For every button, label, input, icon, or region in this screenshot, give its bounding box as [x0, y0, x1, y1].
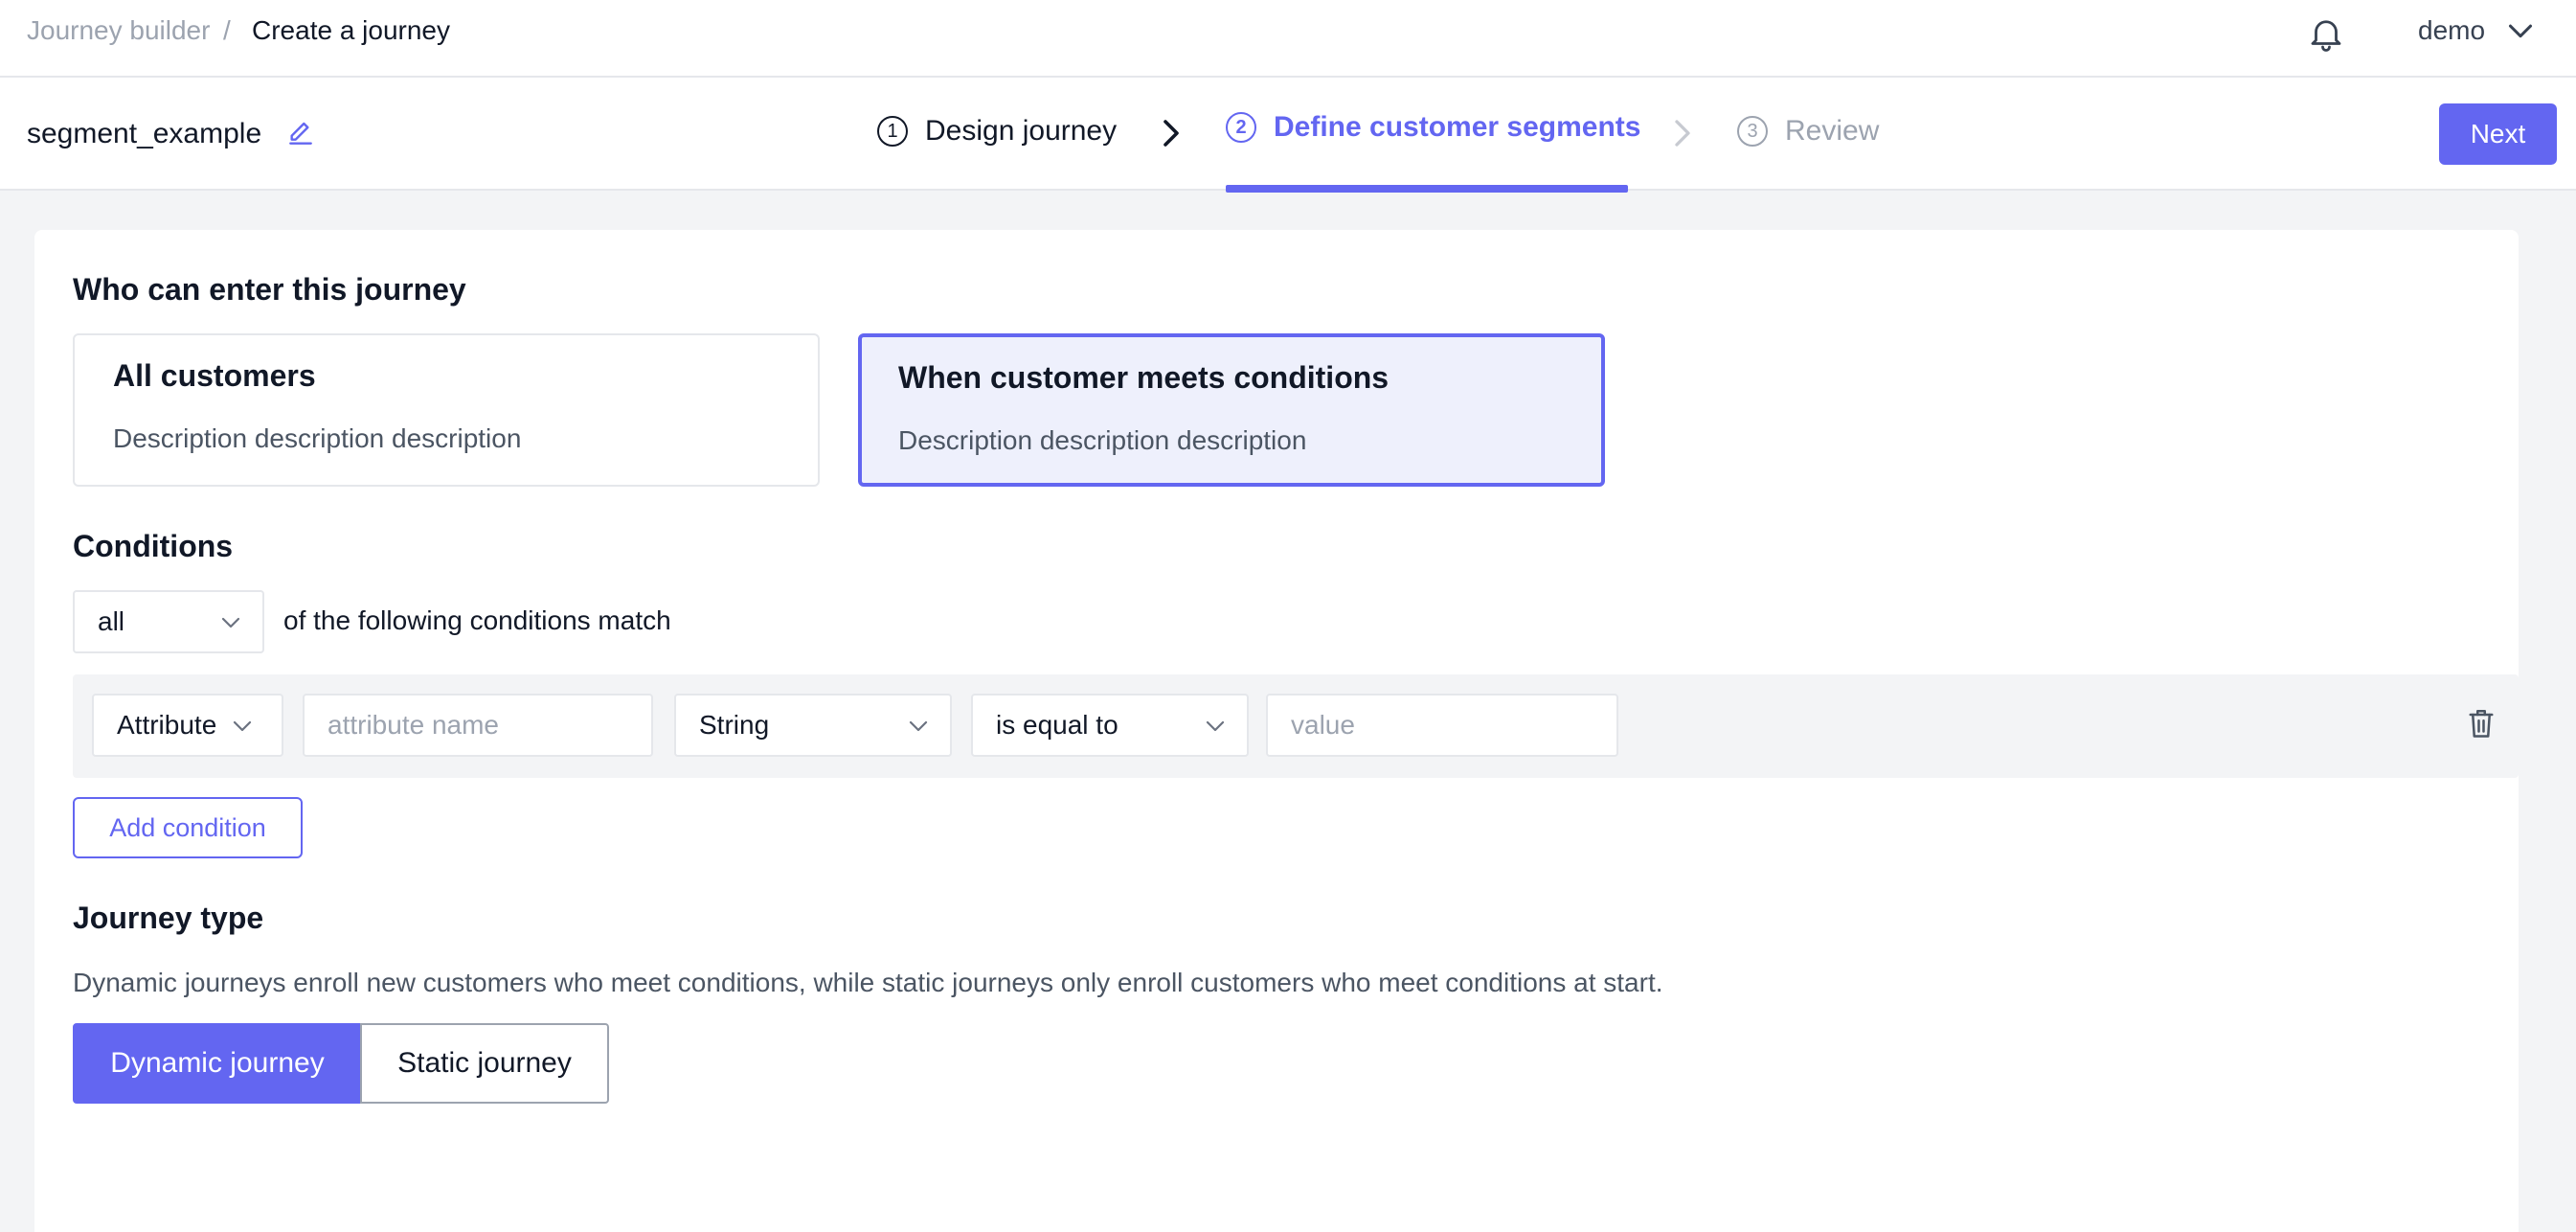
attribute-name-input[interactable]: attribute name	[303, 694, 653, 757]
option-all-customers[interactable]: All customers Description description de…	[73, 333, 820, 487]
match-mode-value: all	[98, 606, 125, 636]
user-menu-name[interactable]: demo	[2418, 15, 2485, 46]
chevron-down-icon	[233, 720, 252, 732]
step-design-journey[interactable]: 1 Design journey	[877, 112, 1117, 150]
entry-heading: Who can enter this journey	[73, 272, 466, 307]
condition-value-input[interactable]: value	[1266, 694, 1618, 757]
breadcrumb-current: Create a journey	[252, 15, 451, 45]
option-title: All customers	[113, 358, 316, 393]
condition-operator-select[interactable]: is equal to	[971, 694, 1249, 757]
dynamic-journey-button[interactable]: Dynamic journey	[73, 1023, 362, 1104]
active-step-indicator	[1226, 185, 1628, 193]
step-bar: segment_example 1 Design journey 2 Defin…	[0, 78, 2576, 193]
top-bar: Journey builder / Create a journey demo	[0, 0, 2576, 78]
option-title: When customer meets conditions	[898, 360, 1390, 395]
add-condition-button[interactable]: Add condition	[73, 797, 303, 858]
step-label: Review	[1785, 115, 1880, 147]
condition-operator-value: is equal to	[996, 710, 1119, 740]
journey-type-description: Dynamic journeys enroll new customers wh…	[73, 968, 1663, 997]
step-number: 1	[877, 116, 908, 147]
condition-source-value: Attribute	[117, 710, 217, 740]
static-journey-button[interactable]: Static journey	[360, 1023, 609, 1104]
chevron-down-icon[interactable]	[2507, 21, 2534, 42]
condition-source-select[interactable]: Attribute	[92, 694, 283, 757]
conditions-heading: Conditions	[73, 529, 234, 563]
breadcrumb-separator: /	[223, 15, 231, 45]
chevron-right-icon	[1164, 120, 1179, 147]
next-button[interactable]: Next	[2439, 103, 2557, 165]
chevron-right-icon	[1675, 120, 1690, 147]
journey-type-heading: Journey type	[73, 901, 264, 935]
edit-icon[interactable]	[285, 118, 316, 148]
chevron-down-icon	[221, 617, 240, 628]
option-description: Description description description	[898, 425, 1307, 455]
condition-type-select[interactable]: String	[674, 694, 952, 757]
chevron-down-icon	[1206, 720, 1225, 732]
breadcrumb-journey-builder[interactable]: Journey builder	[27, 15, 210, 46]
bell-icon[interactable]	[2306, 11, 2346, 56]
match-mode-select[interactable]: all	[73, 590, 264, 653]
journey-name: segment_example	[27, 118, 262, 149]
match-text: of the following conditions match	[283, 605, 671, 635]
condition-type-value: String	[699, 710, 770, 740]
step-label: Define customer segments	[1274, 111, 1641, 143]
option-description: Description description description	[113, 423, 522, 453]
step-number: 3	[1737, 116, 1768, 147]
option-customer-meets-conditions[interactable]: When customer meets conditions Descripti…	[858, 333, 1605, 487]
step-define-customer-segments[interactable]: 2 Define customer segments	[1226, 108, 1640, 147]
trash-icon[interactable]	[2467, 707, 2496, 741]
segment-card: Who can enter this journey All customers…	[34, 230, 2519, 1232]
chevron-down-icon	[909, 720, 928, 732]
step-review[interactable]: 3 Review	[1737, 112, 1879, 150]
step-number: 2	[1226, 112, 1256, 143]
step-label: Design journey	[925, 115, 1118, 147]
